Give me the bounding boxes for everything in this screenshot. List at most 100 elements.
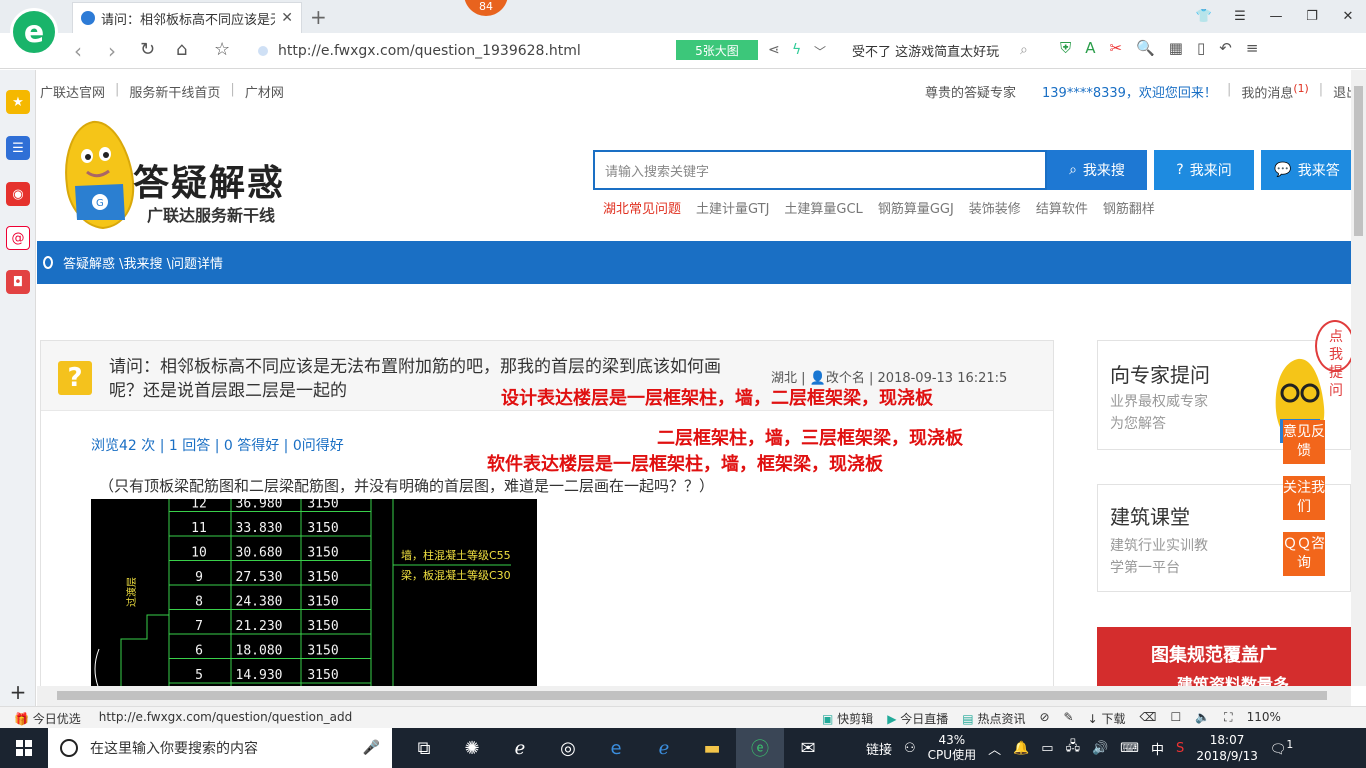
- quick-link-rebar[interactable]: 钢筋翻样: [1103, 198, 1155, 217]
- volume-icon[interactable]: 🔊: [1092, 741, 1108, 756]
- zoom-level[interactable]: 110%: [1247, 710, 1281, 727]
- quick-link-ggj[interactable]: 钢筋算量GGJ: [878, 198, 954, 217]
- more-menu-icon[interactable]: ≡: [1246, 39, 1259, 57]
- search-input[interactable]: 请输入搜索关键字: [593, 150, 1047, 190]
- quick-link-settlement[interactable]: 结算软件: [1036, 198, 1088, 217]
- notification-center-icon[interactable]: 🗨1: [1270, 738, 1293, 757]
- edge-icon[interactable]: e: [592, 728, 640, 768]
- topnav-link-home[interactable]: 服务新干线首页: [129, 82, 220, 101]
- tab-close-icon[interactable]: ✕: [281, 10, 293, 26]
- quick-link-hubei[interactable]: 湖北常见问题: [603, 198, 681, 217]
- people-icon[interactable]: ⚇: [904, 741, 916, 756]
- fullscreen-icon[interactable]: ⛶: [1224, 710, 1232, 727]
- horizontal-scrollbar[interactable]: [37, 686, 1351, 706]
- translate-icon[interactable]: A: [1085, 39, 1095, 57]
- sogou-icon[interactable]: S: [1176, 741, 1184, 756]
- big-image-button[interactable]: 5张大图: [676, 40, 758, 60]
- share-icon[interactable]: ⋖: [768, 42, 780, 58]
- today-picks[interactable]: 🎁 今日优选: [14, 710, 81, 727]
- mail-icon[interactable]: @: [6, 226, 30, 250]
- clock[interactable]: 18:07 2018/9/13: [1196, 732, 1258, 764]
- restore-button[interactable]: ❐: [1294, 0, 1330, 33]
- quick-link-gtj[interactable]: 土建计量GTJ: [696, 198, 769, 217]
- links-label[interactable]: 链接: [866, 739, 892, 758]
- refresh-button[interactable]: ↻: [140, 39, 155, 60]
- hot-search-text[interactable]: 受不了 这游戏简直太好玩: [852, 41, 999, 60]
- notify-app-icon[interactable]: ◎: [544, 728, 592, 768]
- start-button[interactable]: [0, 728, 48, 768]
- quick-clip-item[interactable]: ▣ 快剪辑: [822, 710, 873, 727]
- quick-link-decoration[interactable]: 装饰装修: [969, 198, 1021, 217]
- favorite-star-icon[interactable]: ☆: [214, 39, 230, 60]
- task-view-icon[interactable]: ⧉: [400, 728, 448, 768]
- quick-link-gcl[interactable]: 土建算量GCL: [784, 198, 862, 217]
- chevron-down-icon[interactable]: ﹀: [814, 43, 826, 60]
- vertical-scrollbar[interactable]: [1351, 70, 1366, 686]
- sound-icon[interactable]: 🔈: [1195, 710, 1210, 727]
- new-tab-button[interactable]: +: [310, 5, 327, 29]
- menu-icon[interactable]: ☰: [1222, 0, 1258, 33]
- site-brand-logo[interactable]: G 答疑解惑 广联达服务新干线: [53, 116, 313, 242]
- fan-app-icon[interactable]: ✺: [448, 728, 496, 768]
- close-window-button[interactable]: ✕: [1330, 0, 1366, 33]
- taskbar-search-box[interactable]: 在这里输入你要搜索的内容 🎤: [48, 728, 392, 768]
- notification-badge[interactable]: 84: [464, 0, 508, 16]
- speedup-icon[interactable]: ⊘: [1039, 710, 1049, 727]
- topnav-link-material[interactable]: 广材网: [245, 82, 284, 101]
- list-icon[interactable]: ☰: [6, 136, 30, 160]
- my-messages-link[interactable]: 我的消息(1): [1241, 82, 1308, 101]
- logout-link[interactable]: 退出: [1333, 82, 1351, 101]
- forward-button[interactable]: ›: [108, 39, 116, 63]
- browser-logo-icon[interactable]: e: [10, 8, 58, 56]
- internet-explorer-icon[interactable]: ℯ: [640, 728, 688, 768]
- minimize-button[interactable]: —: [1258, 0, 1294, 33]
- battery-icon[interactable]: ▭: [1041, 741, 1053, 756]
- microphone-icon[interactable]: 🎤: [363, 740, 380, 756]
- address-url[interactable]: http://e.fwxgx.com/question_1939628.html: [278, 43, 581, 59]
- file-explorer-icon[interactable]: ▬: [688, 728, 736, 768]
- mail-app-icon[interactable]: ✉: [784, 728, 832, 768]
- feedback-tag[interactable]: 意见反馈: [1283, 420, 1325, 464]
- answer-button[interactable]: 💬 我来答: [1261, 150, 1351, 190]
- sidebar-add-button[interactable]: +: [0, 680, 36, 706]
- qq-consult-tag[interactable]: ＱＱ咨询: [1283, 532, 1325, 576]
- cad-drawing-image[interactable]: 12 36.980 3150 11 33.830 3150 10 30.680 3150 9 27.…: [91, 499, 537, 686]
- tool-icon[interactable]: ✎: [1064, 710, 1074, 727]
- browser-tab[interactable]: 请问：相邻板标高不同应该是无法 ✕: [72, 2, 302, 33]
- apps-grid-icon[interactable]: ▦: [1169, 39, 1183, 57]
- cpu-meter[interactable]: 43% CPU使用: [928, 733, 976, 763]
- ask-button[interactable]: ? 我来问: [1154, 150, 1254, 190]
- horizontal-scroll-thumb[interactable]: [57, 691, 1327, 700]
- undo-icon[interactable]: ↶: [1219, 39, 1232, 57]
- search-icon[interactable]: ⌕: [1020, 42, 1028, 58]
- scissors-icon[interactable]: ✂: [1110, 39, 1123, 57]
- speed-icon[interactable]: ϟ: [792, 42, 801, 58]
- click-to-ask-bubble[interactable]: 点我提问: [1315, 320, 1351, 399]
- follow-us-tag[interactable]: 关注我们: [1283, 476, 1325, 520]
- download-item[interactable]: ↓ 下载: [1088, 710, 1126, 727]
- live-item[interactable]: ▶ 今日直播: [887, 710, 948, 727]
- chevron-up-icon[interactable]: ︿: [988, 739, 1001, 758]
- address-bar[interactable]: http://e.fwxgx.com/question_1939628.html: [258, 39, 668, 63]
- keyboard-icon[interactable]: ⌨: [1120, 741, 1139, 756]
- ime-indicator[interactable]: 中: [1151, 739, 1164, 758]
- user-name[interactable]: 139****8339: [1042, 86, 1126, 101]
- promo-banner[interactable]: 图集规范覆盖广 建筑资料数量多: [1097, 627, 1351, 686]
- back-button[interactable]: ‹: [74, 39, 82, 63]
- search-button[interactable]: ⌕ 我来搜: [1047, 150, 1147, 190]
- user-phone[interactable]: 139****8339，欢迎您回来！: [1042, 82, 1217, 101]
- topnav-link-glodon[interactable]: 广联达官网: [40, 82, 105, 101]
- network-icon[interactable]: 🖧: [1066, 737, 1081, 759]
- breadcrumb-text[interactable]: 答疑解惑 \我来搜 \问题详情: [63, 253, 223, 272]
- vertical-scroll-thumb[interactable]: [1354, 86, 1363, 236]
- ie-app-icon[interactable]: ℯ: [496, 728, 544, 768]
- bell-icon[interactable]: 🔔: [1013, 741, 1029, 756]
- weibo-icon[interactable]: ◉: [6, 182, 30, 206]
- game-icon[interactable]: ◘: [6, 270, 30, 294]
- favorites-star-icon[interactable]: ★: [6, 90, 30, 114]
- browser-app-icon[interactable]: ⓔ: [736, 728, 784, 768]
- shield-icon[interactable]: ⛨: [1060, 39, 1071, 57]
- magnifier-icon[interactable]: 🔍: [1136, 39, 1155, 57]
- skin-icon[interactable]: 👕: [1186, 0, 1222, 33]
- news-item[interactable]: ▤ 热点资讯: [962, 710, 1025, 727]
